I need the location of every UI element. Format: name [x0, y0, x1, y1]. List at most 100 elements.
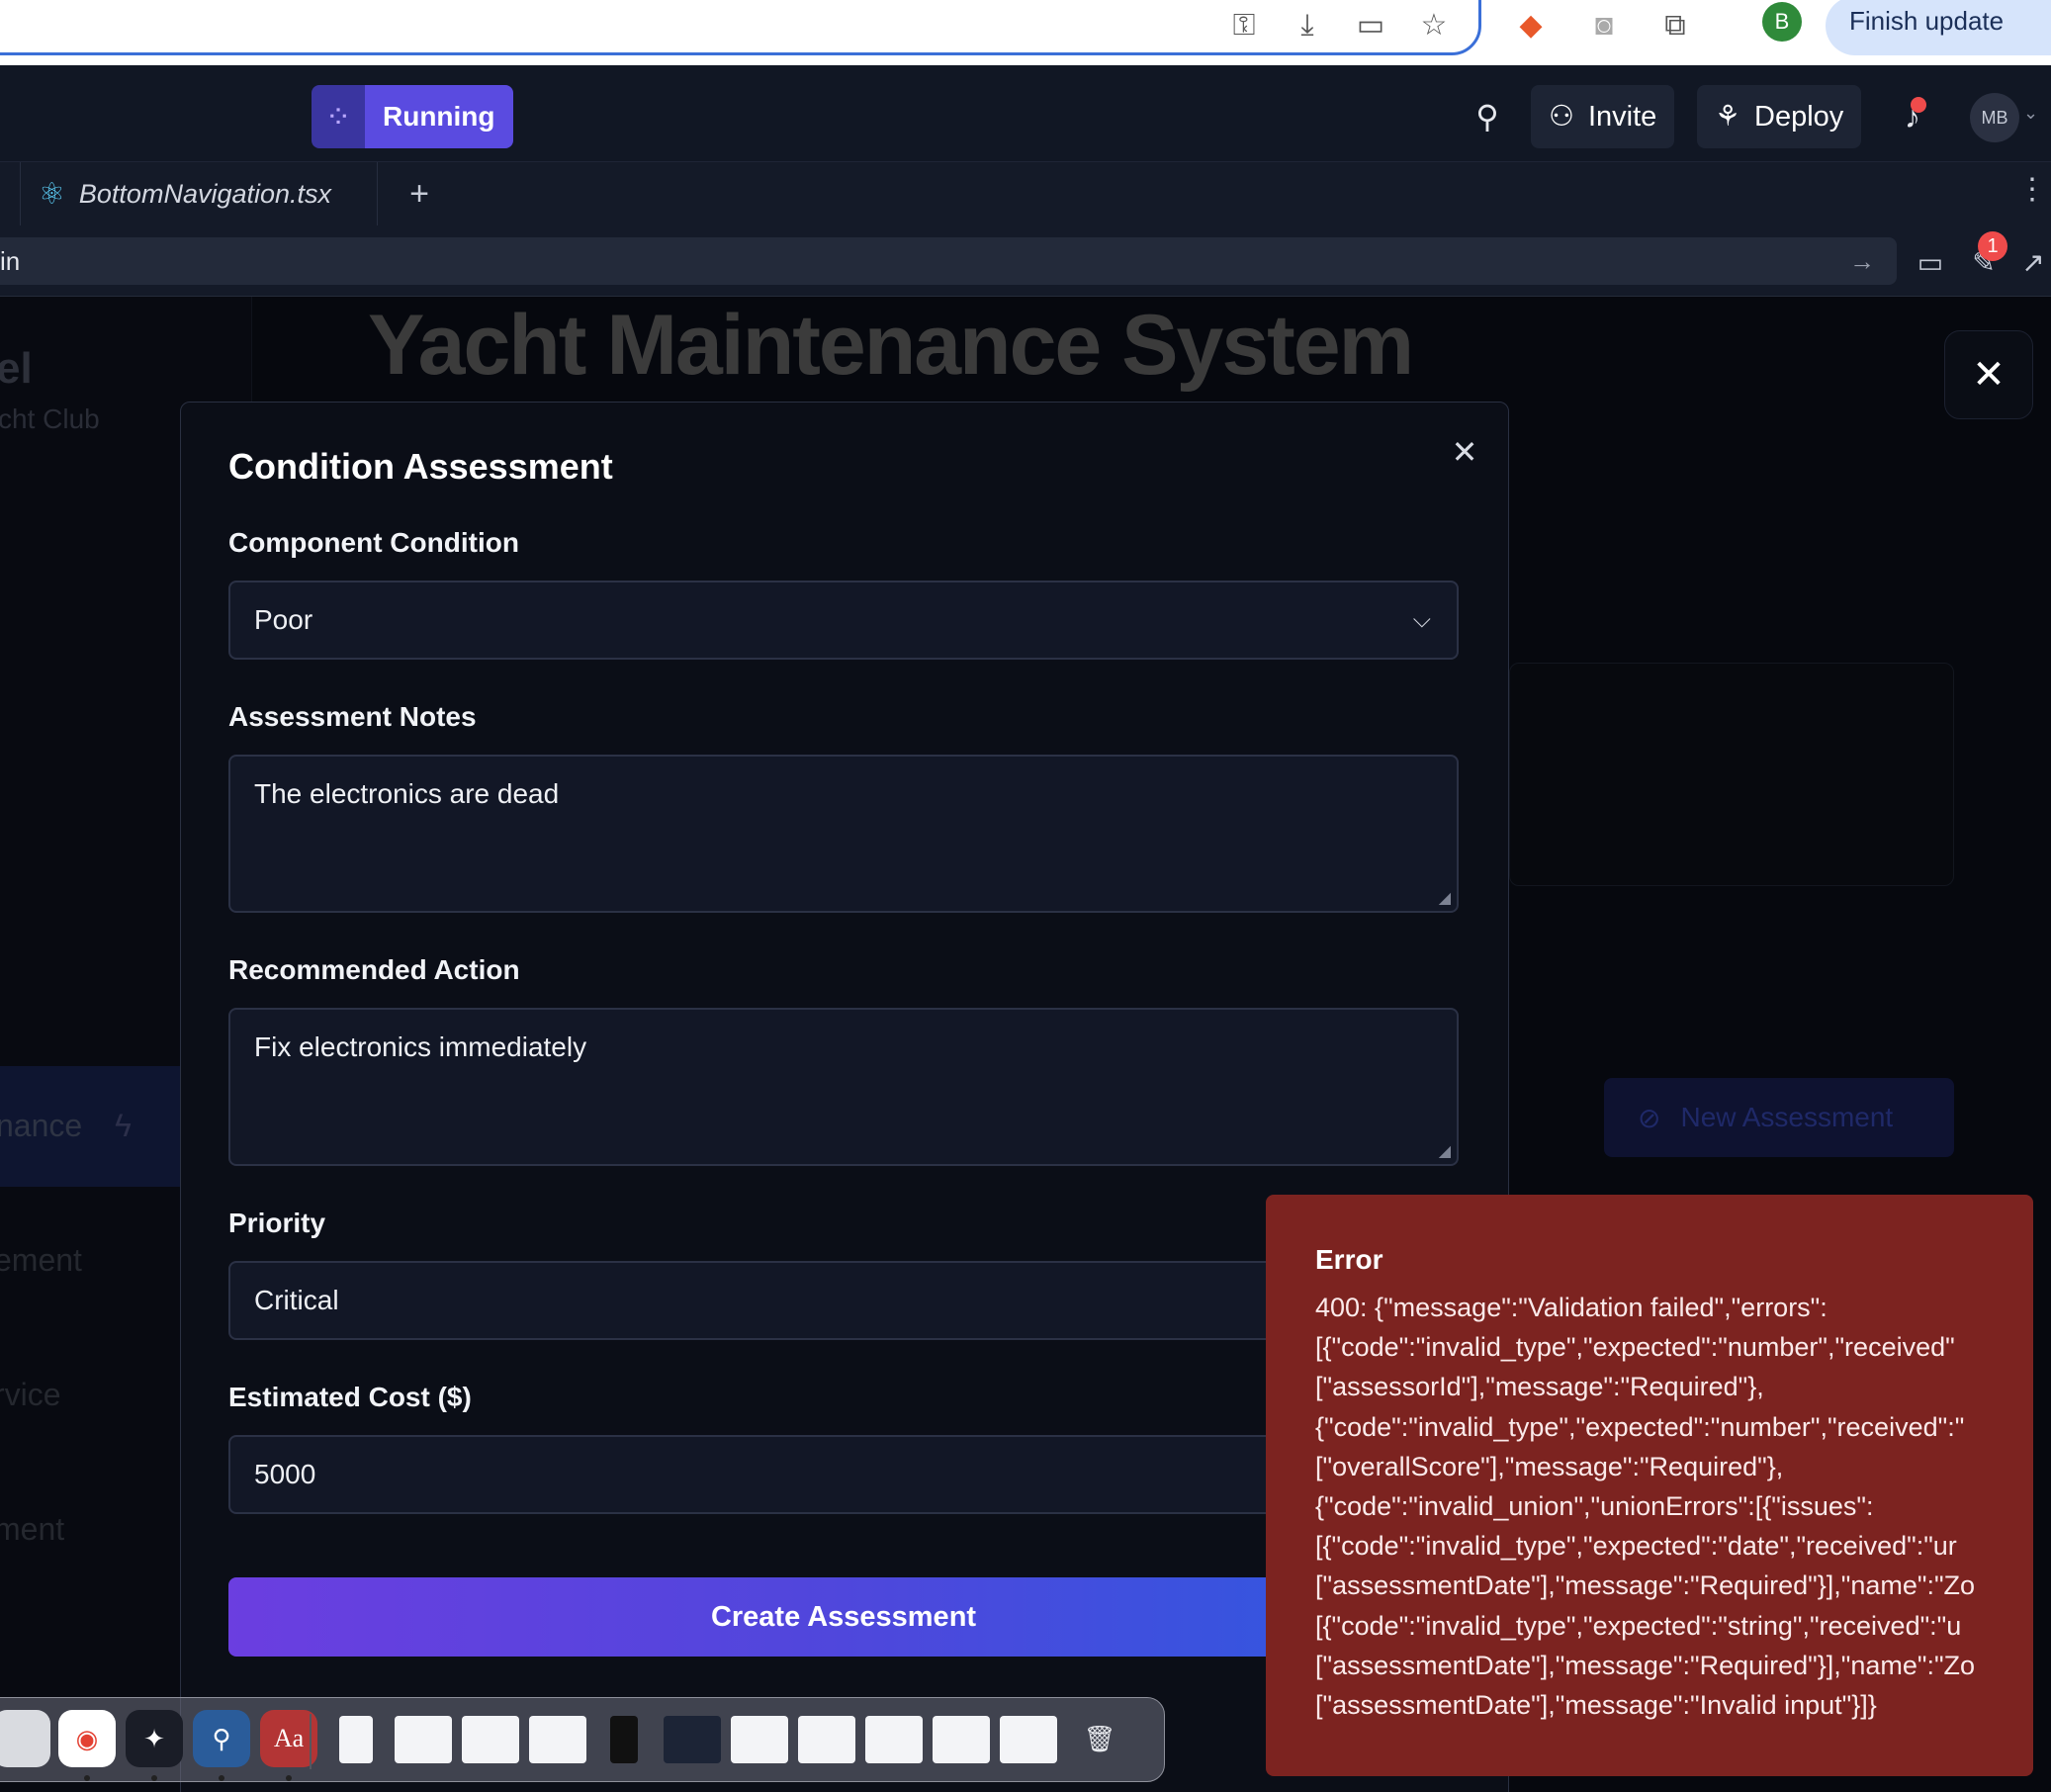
more-icon[interactable]: ⋮ [2017, 172, 2047, 207]
error-message-line: 400: {"message":"Validation failed","err… [1315, 1293, 1828, 1322]
error-message-line: {"code":"invalid_union","unionErrors":[{… [1315, 1491, 1874, 1522]
chevron-down-icon: ⌵ [1412, 606, 1431, 633]
tab-bottom-navigation[interactable]: ⚛ BottomNavigation.tsx [20, 162, 378, 225]
error-message-line: [{"code":"invalid_type","expected":"numb… [1315, 1332, 1955, 1363]
url-text: in [0, 246, 21, 276]
action-textarea[interactable]: Fix electronics immediately ◢ [228, 1008, 1459, 1166]
dialog-title: Condition Assessment [228, 446, 613, 487]
error-title: Error [1315, 1244, 1383, 1275]
dock-separator [310, 1714, 312, 1769]
tab-label: BottomNavigation.tsx [78, 178, 332, 209]
window-thumbnail[interactable] [395, 1716, 452, 1763]
chrome-app-icon[interactable]: ◉ [58, 1710, 116, 1767]
tools-badge: 1 [1978, 231, 2007, 261]
error-message-line: ["overallScore"],"message":"Required"}, [1315, 1451, 1784, 1481]
error-message-line: ["assessmentDate"],"message":"Invalid in… [1315, 1690, 1877, 1721]
deploy-button[interactable]: ⚘ Deploy [1697, 85, 1862, 148]
running-indicator [286, 1775, 292, 1781]
page-title: Yacht Maintenance System [368, 298, 1414, 393]
react-icon: ⚛ [39, 177, 65, 211]
error-message-line: {"code":"invalid_type","expected":"numbe… [1315, 1411, 1965, 1442]
avatar[interactable]: MB [1970, 93, 2019, 142]
error-message-line: [{"code":"invalid_type","expected":"date… [1315, 1531, 1957, 1562]
window-thumbnail[interactable] [865, 1716, 923, 1763]
app-header: ⁘ Running ⚲ ⚇ Invite ⚘ Deploy ♪ MB ⌄ [0, 65, 2051, 162]
fox-extension-icon[interactable]: ◆ [1509, 4, 1553, 47]
camera-icon[interactable]: ◙ [1582, 4, 1626, 47]
window-thumbnail[interactable] [462, 1716, 519, 1763]
notes-textarea[interactable]: The electronics are dead ◢ [228, 755, 1459, 913]
running-indicator [219, 1775, 224, 1781]
key-icon[interactable]: ⚿ [1222, 4, 1266, 47]
action-label: Recommended Action [228, 954, 520, 985]
running-indicator [84, 1775, 90, 1781]
preview-url-bar: in → ▭ ✎ ↗ [0, 225, 2051, 297]
window-thumbnail[interactable] [1000, 1716, 1057, 1763]
window-thumbnail[interactable] [610, 1716, 638, 1763]
dock: ◉ ✦ ⚲ Aa 🗑 [0, 1697, 1165, 1782]
window-thumbnail[interactable] [798, 1716, 855, 1763]
sidebar-item-label: nance [0, 1108, 83, 1143]
resize-handle-icon[interactable]: ◢ [1439, 1144, 1451, 1160]
window-thumbnail[interactable] [529, 1716, 586, 1763]
grid-icon[interactable]: ⁘ [312, 85, 365, 148]
condition-value: Poor [254, 604, 313, 635]
trash-icon[interactable]: 🗑 [1071, 1710, 1128, 1767]
sidebar-item-label: ment [0, 1511, 65, 1547]
new-tab-icon[interactable]: + [396, 170, 443, 218]
search-icon[interactable]: ⚲ [1466, 95, 1509, 138]
invite-button[interactable]: ⚇ Invite [1531, 85, 1675, 148]
window-thumbnail[interactable] [731, 1716, 788, 1763]
condition-select[interactable]: Poor ⌵ [228, 581, 1459, 660]
close-icon[interactable]: ✕ [1944, 330, 2033, 419]
priority-value: Critical [254, 1285, 339, 1315]
resize-handle-icon[interactable]: ◢ [1439, 891, 1451, 907]
editor-tab-bar: ⚛ BottomNavigation.tsx + ⋮ [0, 162, 2051, 225]
external-link-icon[interactable]: ↗ [2013, 243, 2051, 283]
preview-url-input[interactable]: in → [0, 237, 1897, 285]
priority-label: Priority [228, 1208, 326, 1238]
notification-dot [1911, 97, 1926, 113]
document-thumbnail[interactable] [339, 1716, 373, 1763]
finder-app-icon[interactable] [0, 1710, 50, 1767]
window-thumbnail[interactable] [664, 1716, 721, 1763]
deploy-icon: ⚘ [1715, 101, 1740, 133]
cost-label: Estimated Cost ($) [228, 1382, 472, 1412]
arrow-right-icon[interactable]: → [1849, 237, 1875, 285]
error-message-line: ["assessorId"],"message":"Required"}, [1315, 1372, 1764, 1402]
running-button[interactable]: Running [365, 85, 513, 148]
notes-label: Assessment Notes [228, 701, 477, 732]
add-user-icon: ⚇ [1549, 101, 1574, 133]
sidebar-title: el [0, 344, 33, 393]
finish-update-button[interactable]: Finish update [1826, 0, 2051, 55]
run-control[interactable]: ⁘ Running [312, 85, 513, 148]
background-card [1509, 663, 1954, 886]
sidebar-subtitle: cht Club [0, 403, 100, 434]
magnifier-app-icon[interactable]: ⚲ [193, 1710, 250, 1767]
puzzle-icon[interactable]: ⧉ [1653, 4, 1697, 47]
close-icon[interactable]: ✕ [1447, 434, 1482, 470]
notes-value: The electronics are dead [254, 778, 560, 809]
new-assessment-button: ⊘ New Assessment [1604, 1078, 1954, 1157]
install-icon[interactable]: ⤓ [1286, 4, 1329, 47]
profile-avatar[interactable]: B [1762, 2, 1802, 42]
compass-app-icon[interactable]: ✦ [126, 1710, 183, 1767]
error-message-line: ["assessmentDate"],"message":"Required"}… [1315, 1570, 1976, 1601]
chevron-down-icon[interactable]: ⌄ [2023, 103, 2038, 124]
card-icon[interactable]: ▭ [1349, 4, 1392, 47]
error-toast[interactable]: Error 400: {"message":"Validation failed… [1266, 1195, 2033, 1776]
invite-label: Invite [1588, 101, 1657, 133]
window-thumbnail[interactable] [933, 1716, 990, 1763]
new-assessment-label: New Assessment [1680, 1102, 1894, 1132]
check-circle-icon: ⊘ [1638, 1102, 1661, 1133]
browser-toolbar: ⚿ ⤓ ▭ ☆ ◆ ◙ ⧉ B Finish update [0, 0, 2051, 65]
deploy-label: Deploy [1754, 101, 1844, 133]
star-icon[interactable]: ☆ [1412, 4, 1456, 47]
running-indicator [151, 1775, 157, 1781]
sidebar-item-label: rvice [0, 1377, 61, 1412]
error-message-line: ["assessmentDate"],"message":"Required"}… [1315, 1650, 1976, 1680]
cost-value: 5000 [254, 1459, 316, 1489]
screen: ⚿ ⤓ ▭ ☆ ◆ ◙ ⧉ B Finish update ⁘ Running … [0, 0, 2051, 1792]
action-value: Fix electronics immediately [254, 1031, 587, 1062]
monitor-icon[interactable]: ▭ [1911, 243, 1950, 283]
